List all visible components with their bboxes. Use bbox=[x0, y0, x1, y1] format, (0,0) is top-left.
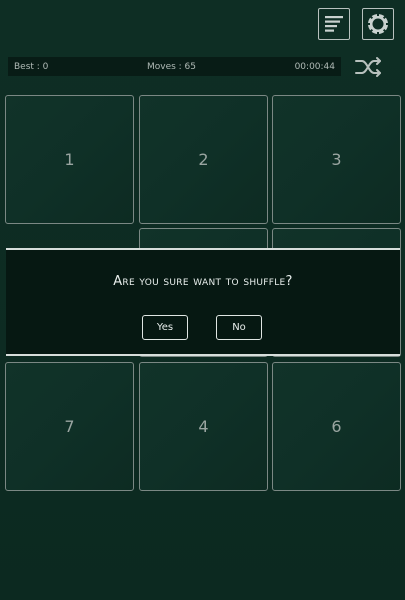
tile-number: 4 bbox=[198, 417, 209, 436]
tile[interactable]: 7 bbox=[5, 362, 134, 491]
tile[interactable]: 6 bbox=[272, 362, 401, 491]
settings-gear-icon bbox=[366, 12, 390, 36]
tile-number: 3 bbox=[331, 150, 342, 169]
tile[interactable]: 4 bbox=[139, 362, 268, 491]
dialog-message: Are you sure want to shuffle? bbox=[113, 274, 293, 289]
leaderboard-button[interactable] bbox=[318, 8, 350, 40]
tile-number: 7 bbox=[64, 417, 75, 436]
shuffle-confirm-dialog: Are you sure want to shuffle? Yes No bbox=[6, 248, 400, 356]
shuffle-button[interactable] bbox=[353, 53, 385, 81]
move-counter: Moves : 65 bbox=[146, 61, 197, 72]
no-button[interactable]: No bbox=[216, 315, 262, 340]
timer: 00:00:44 bbox=[294, 61, 335, 72]
best-score: Best : 0 bbox=[14, 61, 49, 72]
tile[interactable]: 1 bbox=[5, 95, 134, 224]
tile[interactable]: 2 bbox=[139, 95, 268, 224]
tile-number: 1 bbox=[64, 150, 75, 169]
settings-button[interactable] bbox=[362, 8, 394, 40]
yes-button[interactable]: Yes bbox=[142, 315, 188, 340]
tile-number: 6 bbox=[331, 417, 342, 436]
leaderboard-icon bbox=[325, 16, 343, 32]
status-bar: Best : 0 Moves : 65 00:00:44 bbox=[8, 57, 341, 76]
tile-number: 2 bbox=[198, 150, 209, 169]
shuffle-icon bbox=[355, 57, 381, 77]
tile[interactable]: 3 bbox=[272, 95, 401, 224]
